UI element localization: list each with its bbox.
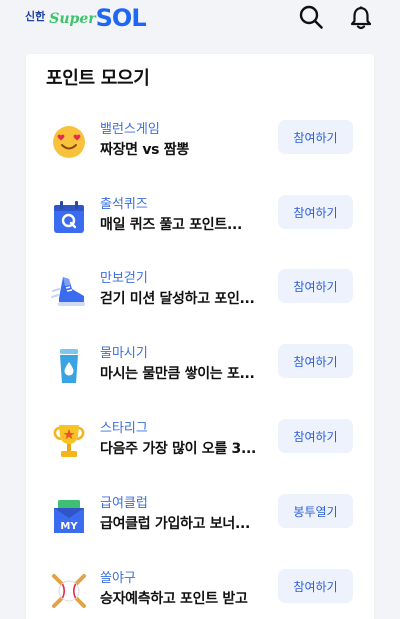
points-card: 포인트 모으기 밸런스게임 짜장면 vs 짬뽕 참여하기 출석퀴즈 매일 퀴즈 … [26, 54, 374, 619]
item-description: 마시는 물만큼 쌓이는 포... [100, 366, 255, 382]
item-category: 쏠야구 [100, 571, 136, 586]
item-description: 매일 퀴즈 풀고 포인트... [100, 217, 242, 233]
bell-icon[interactable] [348, 4, 374, 30]
item-category: 급여클럽 [100, 496, 148, 511]
super-sol-logo[interactable]: 신한 Super SOL [25, 0, 147, 32]
item-category: 만보걷기 [100, 271, 148, 286]
open-envelope-button[interactable]: 봉투열기 [278, 494, 353, 528]
heart-eyes-emoji-icon [50, 123, 88, 161]
item-description: 다음주 가장 많이 오를 3... [100, 441, 257, 457]
item-description: 짜장면 vs 짬뽕 [100, 142, 189, 158]
sneaker-icon [50, 272, 88, 310]
top-bar: 신한 Super SOL [0, 0, 400, 50]
participate-button[interactable]: 참여하기 [278, 195, 353, 229]
list-item[interactable]: 밸런스게임 짜장면 vs 짬뽕 참여하기 [26, 115, 374, 175]
quiz-calendar-icon [50, 198, 88, 236]
logo-prefix: 신한 [25, 10, 46, 23]
list-item[interactable]: 출석퀴즈 매일 퀴즈 풀고 포인트... 참여하기 [26, 190, 374, 250]
trophy-icon [50, 422, 88, 460]
participate-button[interactable]: 참여하기 [278, 269, 353, 303]
search-icon[interactable] [298, 4, 324, 30]
item-category: 스타리그 [100, 421, 148, 436]
list-item[interactable]: 쏠야구 승자예측하고 포인트 받고 참여하기 [26, 564, 374, 619]
money-envelope-icon: MY [50, 497, 88, 535]
item-category: 출석퀴즈 [100, 197, 148, 212]
logo-super: Super [49, 11, 96, 27]
list-item[interactable]: MY 급여클럽 급여클럽 가입하고 보너... 봉투열기 [26, 489, 374, 549]
item-description: 걷기 미션 달성하고 포인... [100, 291, 255, 307]
item-description: 급여클럽 가입하고 보너... [100, 516, 251, 532]
participate-button[interactable]: 참여하기 [278, 344, 353, 378]
baseball-icon [50, 572, 88, 610]
item-description: 승자예측하고 포인트 받고 [100, 591, 248, 607]
water-cup-icon [50, 347, 88, 385]
item-category: 물마시기 [100, 346, 148, 361]
participate-button[interactable]: 참여하기 [278, 419, 353, 453]
item-category: 밸런스게임 [100, 122, 160, 137]
participate-button[interactable]: 참여하기 [278, 120, 353, 154]
list-item[interactable]: 만보걷기 걷기 미션 달성하고 포인... 참여하기 [26, 264, 374, 324]
list-item[interactable]: 스타리그 다음주 가장 많이 오를 3... 참여하기 [26, 414, 374, 474]
section-title: 포인트 모으기 [46, 68, 150, 89]
list-item[interactable]: 물마시기 마시는 물만큼 쌓이는 포... 참여하기 [26, 339, 374, 399]
logo-sol: SOL [95, 4, 147, 32]
svg-text:MY: MY [60, 521, 78, 532]
participate-button[interactable]: 참여하기 [278, 569, 353, 603]
